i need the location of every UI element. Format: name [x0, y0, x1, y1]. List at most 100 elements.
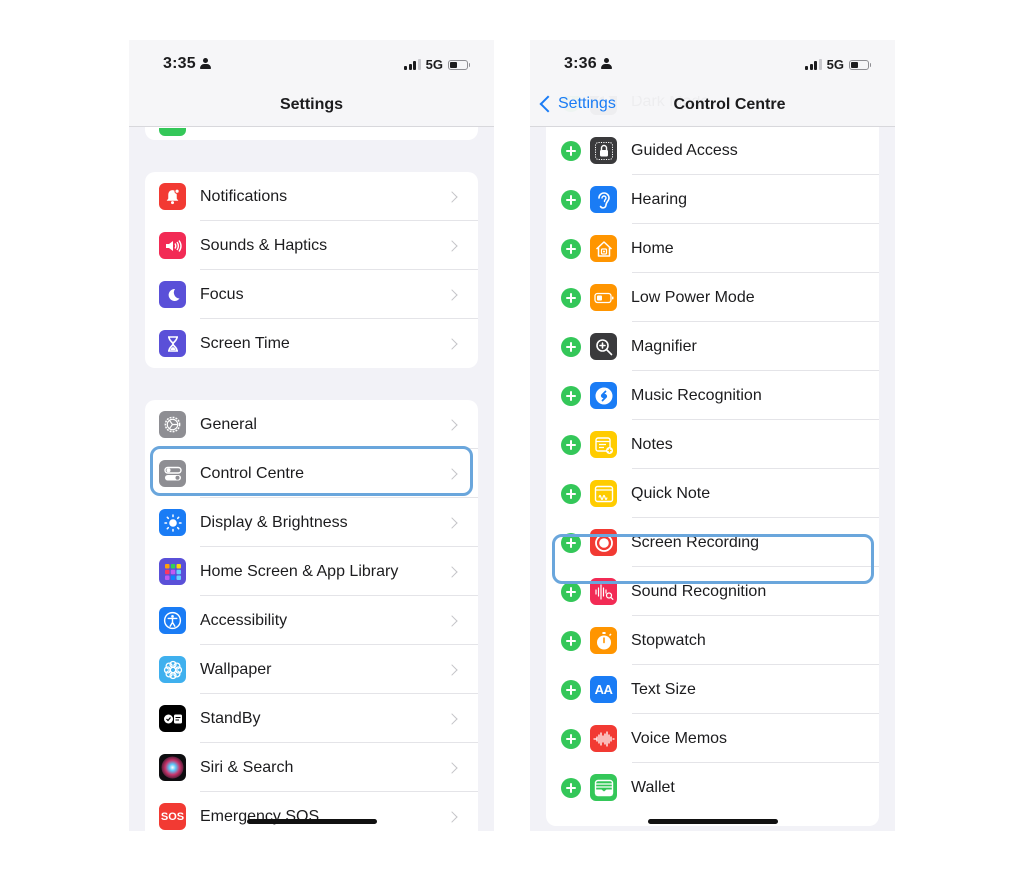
add-control-button[interactable] [561, 532, 581, 553]
add-control-button[interactable] [561, 189, 581, 210]
flower-icon [159, 656, 186, 683]
settings-row-focus[interactable]: Focus [145, 270, 478, 319]
control-row-home[interactable]: Home [546, 224, 879, 273]
add-control-button[interactable] [561, 385, 581, 406]
add-control-button[interactable] [561, 483, 581, 504]
cellular-signal-icon [404, 59, 421, 70]
control-row-hearing[interactable]: Hearing [546, 175, 879, 224]
settings-row-sounds-haptics[interactable]: Sounds & Haptics [145, 221, 478, 270]
row-label: Screen Time [200, 334, 290, 352]
settings-row-emergency-sos[interactable]: SOS Emergency SOS [145, 792, 478, 831]
control-row-music-recognition[interactable]: Music Recognition [546, 371, 879, 420]
notes-icon [590, 431, 617, 458]
settings-row-siri-search[interactable]: Siri & Search [145, 743, 478, 792]
add-control-button[interactable] [561, 777, 581, 798]
add-control-button[interactable] [561, 728, 581, 749]
chevron-right-icon [446, 614, 458, 627]
siri-icon [159, 754, 186, 781]
row-label: Voice Memos [631, 729, 728, 747]
settings-row-wallpaper[interactable]: Wallpaper [145, 645, 478, 694]
add-control-button[interactable] [561, 581, 581, 602]
settings-row-control-centre[interactable]: Control Centre [145, 449, 478, 498]
toggles-icon [159, 460, 186, 487]
control-row-guided-access[interactable]: Guided Access [546, 126, 879, 175]
row-label: Control Centre [200, 464, 305, 482]
control-row-stopwatch[interactable]: Stopwatch [546, 616, 879, 665]
add-control-button[interactable] [561, 434, 581, 455]
chevron-right-icon [446, 516, 458, 529]
magnifier-icon [590, 333, 617, 360]
control-row-screen-recording[interactable]: Screen Recording [546, 518, 879, 567]
row-label: Accessibility [200, 611, 288, 629]
add-control-button[interactable] [561, 140, 581, 161]
person-icon [199, 58, 211, 69]
control-row-low-power-mode[interactable]: Low Power Mode [546, 273, 879, 322]
row-label: Sound Recognition [631, 582, 767, 600]
row-label: Music Recognition [631, 386, 762, 404]
ear-icon [590, 186, 617, 213]
person-icon [600, 58, 612, 69]
page-title: Settings [279, 96, 344, 113]
settings-row-general[interactable]: General [145, 400, 478, 449]
network-type: 5G [826, 57, 844, 72]
bell-icon [159, 183, 186, 210]
status-time: 3:36 [564, 55, 597, 72]
sos-icon: SOS [159, 803, 186, 830]
waveform-icon [590, 725, 617, 752]
network-type: 5G [425, 57, 443, 72]
settings-row-screen-time[interactable]: Screen Time [145, 319, 478, 368]
row-label: General [200, 415, 257, 433]
row-label: StandBy [200, 709, 261, 727]
chevron-right-icon [446, 337, 458, 350]
accessibility-icon [159, 607, 186, 634]
row-label: Wallet [631, 778, 675, 796]
settings-row-home-screen-app-library[interactable]: Home Screen & App Library [145, 547, 478, 596]
chevron-right-icon [446, 761, 458, 774]
control-row-voice-memos[interactable]: Voice Memos [546, 714, 879, 763]
house-icon [590, 235, 617, 262]
control-row-quick-note[interactable]: Quick Note [546, 469, 879, 518]
status-bar: 3:36 5G [530, 40, 895, 90]
home-indicator[interactable] [247, 819, 377, 824]
row-label: Focus [200, 285, 244, 303]
standby-icon [159, 705, 186, 732]
add-control-button[interactable] [561, 287, 581, 308]
settings-row-display-brightness[interactable]: Display & Brightness [145, 498, 478, 547]
chevron-right-icon [446, 565, 458, 578]
hourglass-icon [159, 330, 186, 357]
add-control-button[interactable] [561, 679, 581, 700]
home-indicator[interactable] [648, 819, 778, 824]
control-row-text-size[interactable]: AA Text Size [546, 665, 879, 714]
settings-row-standby[interactable]: StandBy [145, 694, 478, 743]
control-row-sound-recognition[interactable]: Sound Recognition [546, 567, 879, 616]
status-bar: 3:35 5G [129, 40, 494, 90]
row-label: Home Screen & App Library [200, 562, 399, 580]
row-label: Guided Access [631, 141, 738, 159]
control-row-notes[interactable]: Notes [546, 420, 879, 469]
text-size-icon: AA [590, 676, 617, 703]
control-row-wallet[interactable]: Wallet [546, 763, 879, 812]
row-label: Siri & Search [200, 758, 294, 776]
row-label: Notifications [200, 187, 288, 205]
add-control-button[interactable] [561, 336, 581, 357]
moon-icon [159, 281, 186, 308]
add-control-button[interactable] [561, 630, 581, 651]
wallet-icon [590, 774, 617, 801]
row-label: Magnifier [631, 337, 697, 355]
more-controls-list: Dark ModeGuided AccessHearingHomeLow Pow… [546, 96, 879, 826]
row-label: Sounds & Haptics [200, 236, 328, 254]
navigation-bar: 3:35 5G Settings [129, 40, 494, 127]
row-label: Notes [631, 435, 673, 453]
control-row-magnifier[interactable]: Magnifier [546, 322, 879, 371]
sound-recognition-icon [590, 578, 617, 605]
settings-row-notifications[interactable]: Notifications [145, 172, 478, 221]
chevron-right-icon [446, 288, 458, 301]
battery-icon [448, 59, 470, 70]
lock-icon [590, 137, 617, 164]
settings-screen: 3:35 5G Settings Notifications Sounds & H… [129, 40, 494, 831]
chevron-right-icon [446, 467, 458, 480]
chevron-right-icon [446, 810, 458, 823]
page-title: Control Centre [673, 96, 786, 113]
settings-row-accessibility[interactable]: Accessibility [145, 596, 478, 645]
add-control-button[interactable] [561, 238, 581, 259]
